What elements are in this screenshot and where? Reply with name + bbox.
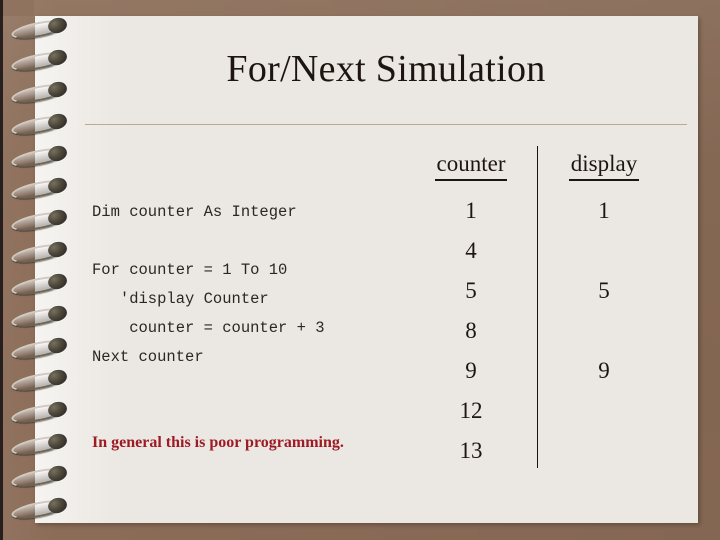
column-header-display: display — [568, 150, 640, 181]
trace-cell: 12 — [459, 398, 483, 423]
trace-column-counter: counter 1 4 5 8 9 12 13 — [405, 150, 537, 471]
trace-cell — [538, 391, 670, 431]
left-edge-border — [0, 0, 3, 540]
spiral-coil-icon — [6, 142, 84, 171]
trace-column-display: display 1 5 9 — [538, 150, 670, 471]
code-line: Dim counter As Integer — [92, 203, 297, 221]
code-line: counter = counter + 3 — [92, 319, 325, 337]
spiral-coil-icon — [6, 238, 84, 267]
spiral-coil-icon — [6, 110, 84, 139]
spiral-coil-icon — [6, 366, 84, 395]
trace-cell: 9 — [598, 358, 610, 383]
spiral-coil-icon — [6, 430, 84, 459]
trace-cell: 8 — [465, 318, 477, 343]
slide-canvas: For/Next Simulation Dim counter As Integ… — [0, 0, 720, 540]
code-block: Dim counter As Integer For counter = 1 To… — [92, 198, 412, 372]
spiral-coil-icon — [6, 494, 84, 523]
trace-cell: 1 — [465, 198, 477, 223]
trace-cell — [538, 431, 670, 471]
column-cells-counter: 1 4 5 8 9 12 13 — [405, 191, 537, 471]
title-divider — [85, 124, 687, 125]
spiral-coil-icon — [6, 206, 84, 235]
trace-cell: 5 — [598, 278, 610, 303]
trace-cell — [538, 231, 670, 271]
trace-cell: 9 — [465, 358, 477, 383]
spiral-coil-icon — [6, 398, 84, 427]
column-cells-display: 1 5 9 — [538, 191, 670, 471]
trace-cell: 5 — [465, 278, 477, 303]
trace-cell: 1 — [598, 198, 610, 223]
spiral-coil-icon — [6, 174, 84, 203]
code-line: For counter = 1 To 10 — [92, 261, 288, 279]
trace-cell: 4 — [465, 238, 477, 263]
spiral-coil-icon — [6, 14, 84, 43]
code-line: 'display Counter — [92, 290, 269, 308]
trace-cell — [538, 311, 670, 351]
spiral-binding — [6, 14, 84, 528]
spiral-coil-icon — [6, 78, 84, 107]
spiral-coil-icon — [6, 270, 84, 299]
code-line: Next counter — [92, 348, 204, 366]
trace-table: counter 1 4 5 8 9 12 13 display 1 5 9 — [405, 146, 685, 480]
spiral-coil-icon — [6, 334, 84, 363]
trace-cell: 13 — [459, 438, 483, 463]
spiral-coil-icon — [6, 46, 84, 75]
note-text: In general this is poor programming. — [92, 434, 344, 451]
column-header-counter: counter — [434, 150, 508, 181]
page-title: For/Next Simulation — [226, 48, 546, 90]
spiral-coil-icon — [6, 462, 84, 491]
spiral-coil-icon — [6, 302, 84, 331]
